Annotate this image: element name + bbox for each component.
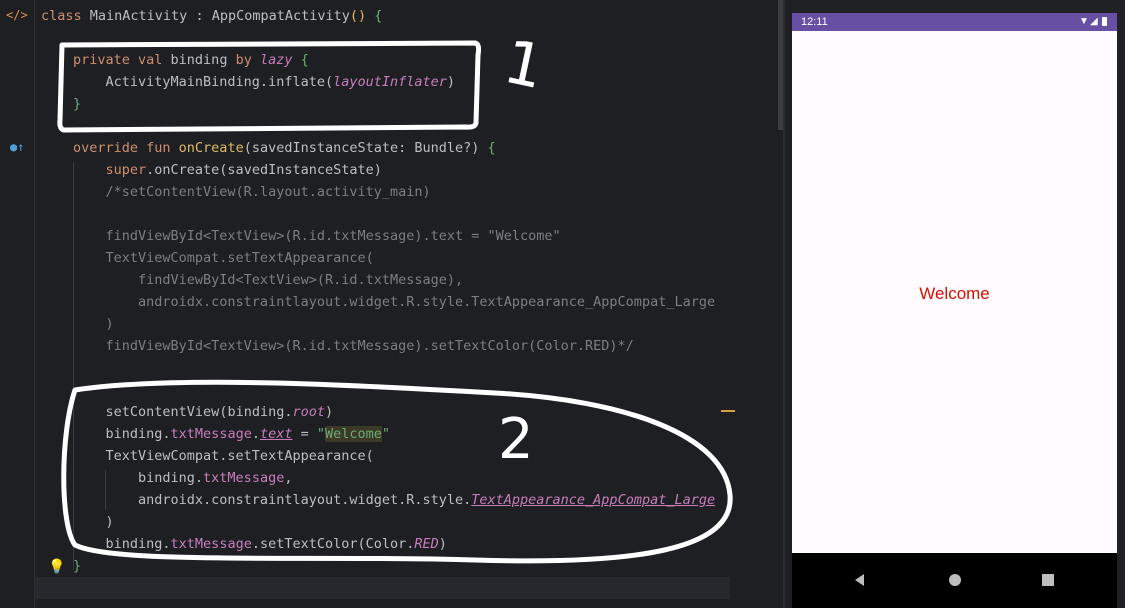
code-token: onCreate bbox=[178, 140, 244, 156]
editor-gutter: </> ●↑ 💡 bbox=[0, 0, 65, 608]
status-bar: 12:11 ▼ ◢ bbox=[792, 13, 1117, 31]
signal-icon: ◢ bbox=[1090, 16, 1098, 27]
code-token: findViewById<TextView>(R.id.txtMessage).… bbox=[73, 338, 634, 354]
code-token: androidx.constraintlayout.widget.R.style… bbox=[73, 294, 716, 310]
code-editor[interactable]: </> ●↑ 💡 class MainActivity : AppCompatA… bbox=[0, 0, 778, 608]
code-line: TextViewCompat.setTextAppearance( bbox=[73, 247, 374, 269]
annotation-label-2: 2 bbox=[498, 407, 534, 472]
emulator-panel: 12:11 ▼ ◢ Welcome bbox=[785, 0, 1125, 608]
annotation-label-1: 1 bbox=[498, 26, 551, 104]
code-token: () bbox=[349, 8, 375, 24]
device-frame: 12:11 ▼ ◢ Welcome bbox=[792, 13, 1117, 608]
code-token: ) bbox=[73, 316, 114, 332]
code-line: androidx.constraintlayout.widget.R.style… bbox=[73, 291, 715, 313]
code-line: /*setContentView(R.layout.activity_main) bbox=[73, 181, 431, 203]
code-line: ) bbox=[73, 313, 114, 335]
code-token: /*setContentView(R.layout.activity_main) bbox=[73, 184, 431, 200]
code-line: override fun onCreate(savedInstanceState… bbox=[73, 137, 496, 159]
battery-icon bbox=[1102, 17, 1107, 26]
code-line: findViewById<TextView>(R.id.txtMessage).… bbox=[73, 225, 561, 247]
back-icon[interactable] bbox=[844, 565, 874, 595]
current-line-highlight bbox=[35, 577, 730, 599]
annotation-ellipse-2 bbox=[61, 379, 733, 564]
code-token: .onCreate(savedInstanceState) bbox=[146, 162, 382, 178]
app-screen: Welcome bbox=[792, 31, 1117, 553]
code-token: AppCompatActivity bbox=[211, 8, 350, 24]
code-line: class MainActivity : AppCompatActivity()… bbox=[41, 5, 382, 27]
kotlin-class-icon[interactable]: </> bbox=[6, 8, 28, 22]
welcome-text: Welcome bbox=[919, 284, 990, 303]
code-token: (savedInstanceState: Bundle?) bbox=[243, 140, 488, 156]
code-token: { bbox=[374, 8, 383, 24]
code-token: class bbox=[41, 8, 90, 24]
code-token: super bbox=[105, 162, 147, 178]
recents-icon[interactable] bbox=[1033, 565, 1063, 595]
code-token: findViewById<TextView>(R.id.txtMessage), bbox=[73, 272, 464, 288]
home-icon[interactable] bbox=[940, 565, 970, 595]
status-time: 12:11 bbox=[801, 16, 828, 28]
code-line: findViewById<TextView>(R.id.txtMessage), bbox=[73, 269, 463, 291]
wifi-icon: ▼ bbox=[1079, 16, 1089, 27]
code-line: super.onCreate(savedInstanceState) bbox=[73, 159, 382, 181]
code-token: override fun bbox=[73, 140, 179, 156]
code-token: { bbox=[487, 140, 496, 156]
code-token: TextViewCompat.setTextAppearance( bbox=[73, 250, 374, 266]
annotation-box-1 bbox=[57, 40, 482, 133]
code-line: findViewById<TextView>(R.id.txtMessage).… bbox=[73, 335, 634, 357]
code-token: MainActivity : bbox=[89, 8, 212, 24]
navigation-bar bbox=[792, 553, 1117, 608]
override-method-icon[interactable]: ●↑ bbox=[10, 140, 24, 154]
code-token: findViewById<TextView>(R.id.txtMessage).… bbox=[73, 228, 561, 244]
